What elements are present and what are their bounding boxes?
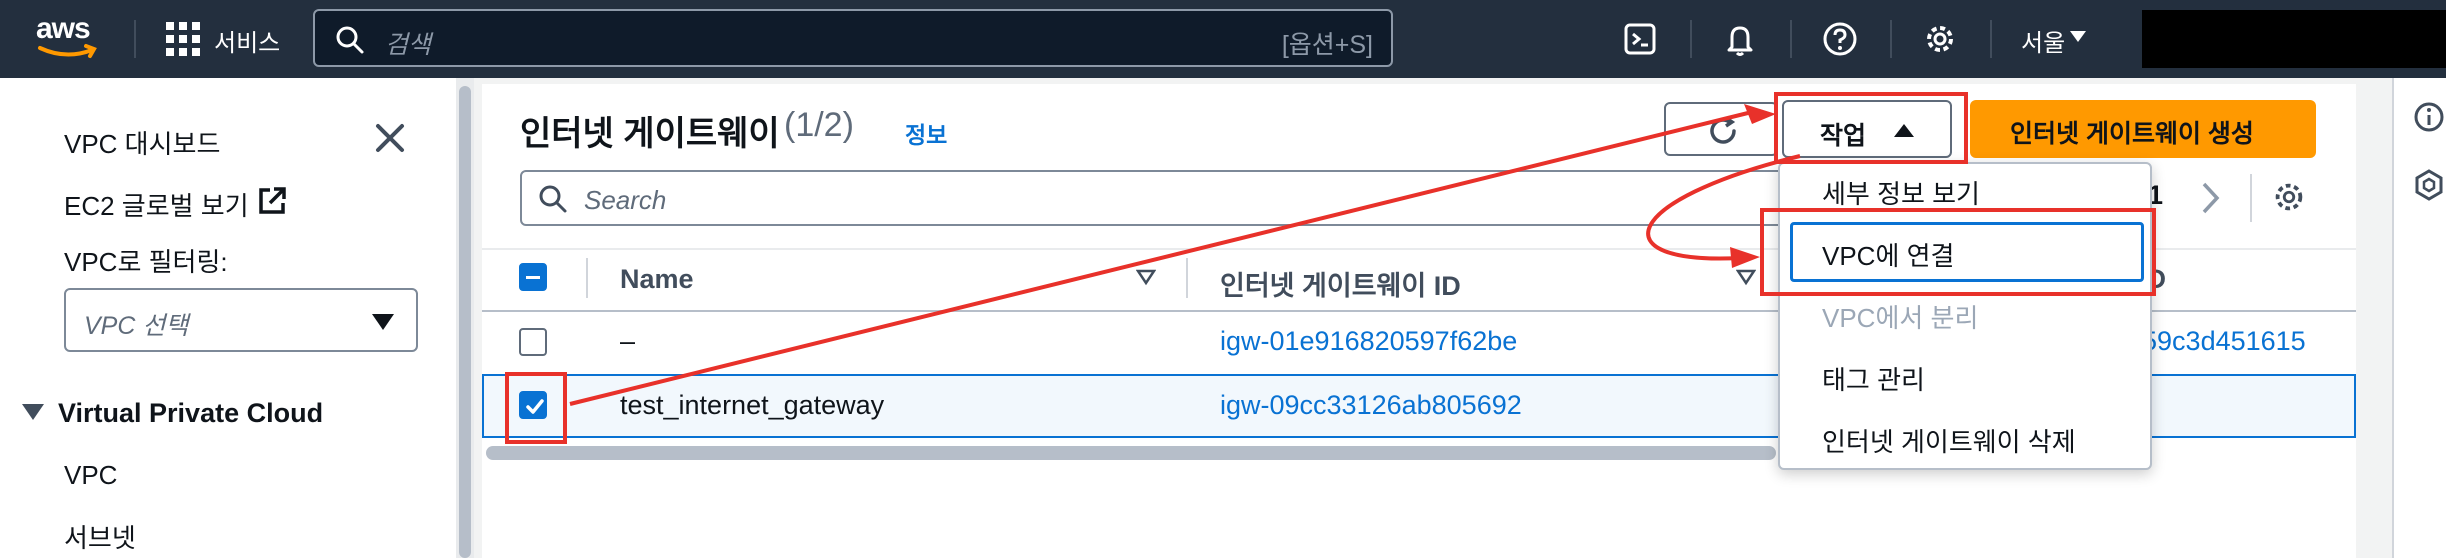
region-selector[interactable]: 서울	[2021, 23, 2065, 58]
page-title: 인터넷 게이트웨이	[520, 115, 780, 153]
menu-item-detach-from-vpc: VPC에서 분리	[1822, 303, 1979, 333]
global-search-input[interactable]: 검색 [옵션+S]	[313, 9, 1393, 67]
column-divider	[586, 258, 588, 298]
search-shortcut: [옵션+S]	[1281, 31, 1373, 59]
sort-down-icon[interactable]	[1736, 268, 1756, 286]
services-menu[interactable]: 서비스	[214, 23, 280, 58]
search-icon	[539, 185, 567, 213]
right-utility-rail	[2392, 78, 2446, 558]
vpc-filter-label: VPC로 필터링:	[64, 247, 228, 277]
nav-divider	[1890, 20, 1892, 58]
sidebar-section-title: Virtual Private Cloud	[58, 398, 324, 428]
close-icon[interactable]	[372, 120, 408, 156]
table-preferences-gear-icon[interactable]	[2270, 178, 2308, 216]
sidebar-scrollbar[interactable]	[456, 78, 474, 558]
nav-divider	[134, 20, 136, 58]
external-link-icon	[259, 187, 286, 214]
global-search-placeholder: 검색	[385, 31, 432, 59]
column-divider	[1186, 258, 1188, 298]
help-icon[interactable]	[1820, 19, 1860, 59]
column-header-name[interactable]: Name	[620, 264, 694, 295]
sidebar-section-vpc[interactable]: Virtual Private Cloud	[22, 398, 323, 429]
search-placeholder: Search	[584, 185, 667, 215]
nav-divider	[1990, 20, 1992, 58]
search-filter-input[interactable]: Search	[520, 170, 1820, 226]
column-header-igw-id[interactable]: 인터넷 게이트웨이 ID	[1220, 264, 1461, 303]
sort-down-icon[interactable]	[1136, 268, 1156, 286]
aws-logo[interactable]: aws	[36, 12, 102, 62]
annotation-box-attach-vpc	[1760, 208, 2156, 296]
account-menu-redacted[interactable]	[2142, 10, 2446, 68]
chevron-right-icon[interactable]	[2200, 180, 2222, 216]
create-internet-gateway-button[interactable]: 인터넷 게이트웨이 생성	[1970, 100, 2316, 158]
row-name: test_internet_gateway	[620, 390, 885, 420]
sidebar-item-vpc[interactable]: VPC	[64, 460, 117, 491]
row-name: –	[620, 326, 636, 356]
row-checkbox[interactable]	[519, 328, 547, 356]
sidebar-item-vpc-dashboard[interactable]: VPC 대시보드	[64, 124, 220, 161]
vpc-filter-select[interactable]: VPC 선택	[64, 288, 418, 352]
sidebar-item-ec2-global-view[interactable]: EC2 글로벌 보기	[64, 186, 249, 223]
notifications-bell-icon[interactable]	[1720, 19, 1760, 59]
selection-count: (1/2)	[784, 106, 854, 144]
caret-down-icon	[22, 404, 44, 420]
menu-item-manage-tags[interactable]: 태그 관리	[1822, 360, 1925, 397]
menu-item-delete-igw[interactable]: 인터넷 게이트웨이 삭제	[1822, 422, 2076, 459]
cloudshell-icon[interactable]	[1620, 19, 1660, 59]
settings-gear-icon[interactable]	[1920, 19, 1960, 59]
select-all-checkbox[interactable]	[519, 263, 547, 291]
table-horizontal-scrollbar[interactable]	[486, 446, 1776, 460]
annotation-box-actions-button	[1774, 92, 1968, 164]
nav-divider	[1790, 20, 1792, 58]
aws-smile-icon	[38, 44, 97, 58]
sidebar-item-subnets[interactable]: 서브넷	[64, 518, 136, 555]
amazon-q-icon[interactable]	[2412, 168, 2446, 202]
region-caret-icon	[2070, 31, 2086, 42]
search-icon	[336, 26, 364, 54]
sidebar: VPC 대시보드 EC2 글로벌 보기 VPC로 필터링: VPC 선택 Vir…	[0, 78, 456, 558]
services-grid-icon[interactable]	[166, 22, 200, 56]
annotation-box-selected-checkbox	[505, 372, 567, 444]
nav-divider	[1690, 20, 1692, 58]
pagination-divider	[2250, 174, 2252, 222]
top-navigation: aws 서비스 검색 [옵션+S] 서울	[0, 0, 2446, 78]
caret-down-icon	[372, 314, 394, 330]
refresh-button[interactable]	[1664, 102, 1778, 156]
refresh-icon	[1710, 116, 1736, 144]
row-igw-id-link[interactable]: igw-01e916820597f62be	[1220, 326, 1517, 357]
menu-item-view-details[interactable]: 세부 정보 보기	[1822, 174, 1980, 211]
create-button-label: 인터넷 게이트웨이 생성	[2010, 120, 2254, 148]
row-igw-id-link[interactable]: igw-09cc33126ab805692	[1220, 390, 1522, 421]
info-panel-icon[interactable]	[2412, 100, 2446, 134]
scrollbar-thumb[interactable]	[459, 86, 471, 558]
info-link[interactable]: 정보	[905, 116, 947, 150]
vpc-filter-placeholder: VPC 선택	[84, 312, 189, 340]
